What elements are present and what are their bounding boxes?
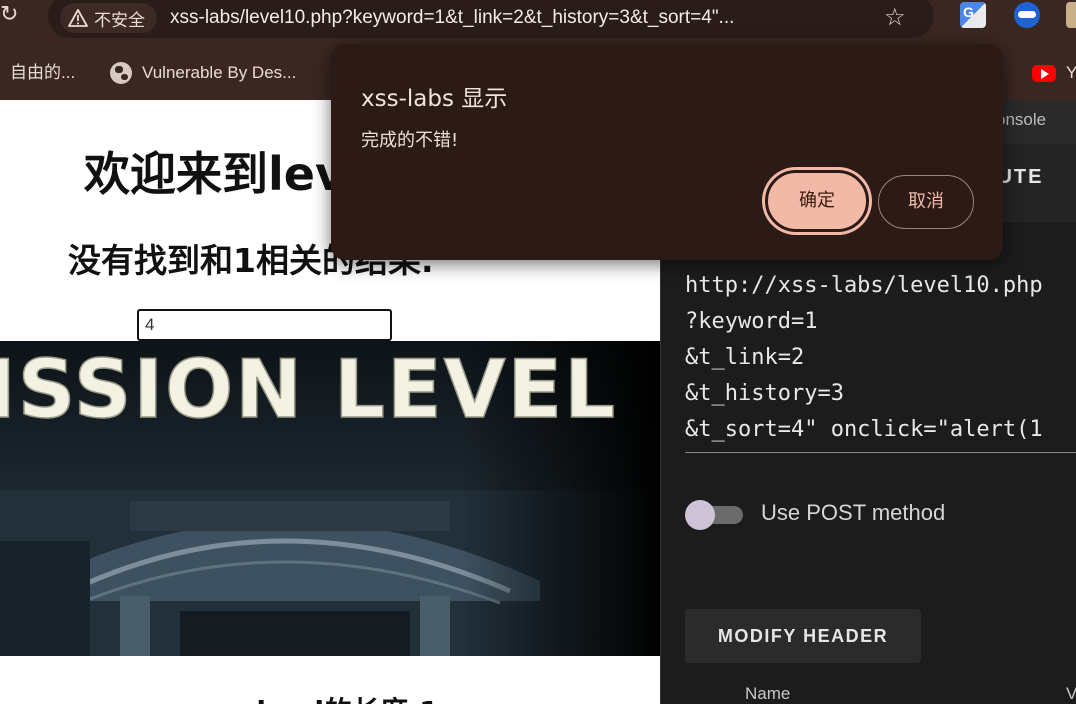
url-text[interactable]: xss-labs/level10.php?keyword=1&t_link=2&… bbox=[170, 3, 870, 33]
cancel-button[interactable]: 取消 bbox=[878, 175, 974, 229]
bookmark-item[interactable]: Y bbox=[1032, 60, 1076, 86]
bookmark-item[interactable]: Vulnerable By Des... bbox=[110, 60, 296, 86]
bookmark-item[interactable]: 自由的... bbox=[10, 60, 75, 86]
bookmark-label: Vulnerable By Des... bbox=[142, 63, 297, 82]
search-input[interactable]: 4 bbox=[137, 309, 392, 341]
modify-header-button[interactable]: MODIFY HEADER bbox=[685, 609, 921, 663]
url-line: &t_history=3 bbox=[685, 381, 844, 406]
dialog-message: 完成的不错! bbox=[361, 130, 459, 151]
bookmark-label: Y bbox=[1066, 63, 1076, 82]
payload-length-text: payload的长度:1 bbox=[200, 690, 439, 704]
extension-icon[interactable] bbox=[1066, 2, 1076, 28]
security-chip[interactable]: 不安全 bbox=[60, 3, 157, 33]
translate-extension-icon[interactable]: G bbox=[960, 2, 986, 28]
url-line: &t_sort=4" onclick="alert(1 bbox=[685, 417, 1043, 442]
reload-icon[interactable]: ↻ bbox=[0, 2, 24, 28]
level-banner-image: ISSION LEVEL bbox=[0, 341, 660, 656]
tab-console[interactable]: onsole bbox=[996, 110, 1046, 130]
youtube-icon bbox=[1032, 64, 1056, 82]
post-method-label: Use POST method bbox=[761, 500, 946, 525]
header-name-column: Name bbox=[745, 684, 791, 703]
url-line: &t_link=2 bbox=[685, 345, 805, 370]
post-method-toggle[interactable] bbox=[685, 500, 743, 530]
url-line: ?keyword=1 bbox=[685, 309, 818, 334]
bookmark-star-icon[interactable]: ☆ bbox=[884, 2, 906, 32]
toggle-knob bbox=[685, 500, 715, 530]
alert-dialog: xss-labs 显示 完成的不错! 确定 取消 bbox=[331, 44, 1003, 260]
textarea-underline bbox=[685, 452, 1076, 453]
globe-icon bbox=[110, 62, 132, 84]
warning-icon bbox=[68, 9, 88, 27]
security-label: 不安全 bbox=[94, 10, 145, 31]
browser-toolbar: ↻ 不安全 xss-labs/level10.php?keyword=1&t_l… bbox=[0, 0, 1076, 44]
url-textarea[interactable]: http://xss-labs/level10.php ?keyword=1 &t_… bbox=[685, 268, 1076, 448]
header-value-column: V bbox=[1066, 684, 1076, 704]
dialog-title: xss-labs 显示 bbox=[361, 86, 508, 112]
address-bar[interactable]: 不安全 xss-labs/level10.php?keyword=1&t_lin… bbox=[48, 0, 934, 38]
mask-extension-icon[interactable] bbox=[1014, 2, 1040, 28]
ok-button[interactable]: 确定 bbox=[765, 170, 869, 232]
url-line: http://xss-labs/level10.php bbox=[685, 273, 1043, 298]
banner-text: ISSION LEVEL bbox=[0, 343, 617, 436]
